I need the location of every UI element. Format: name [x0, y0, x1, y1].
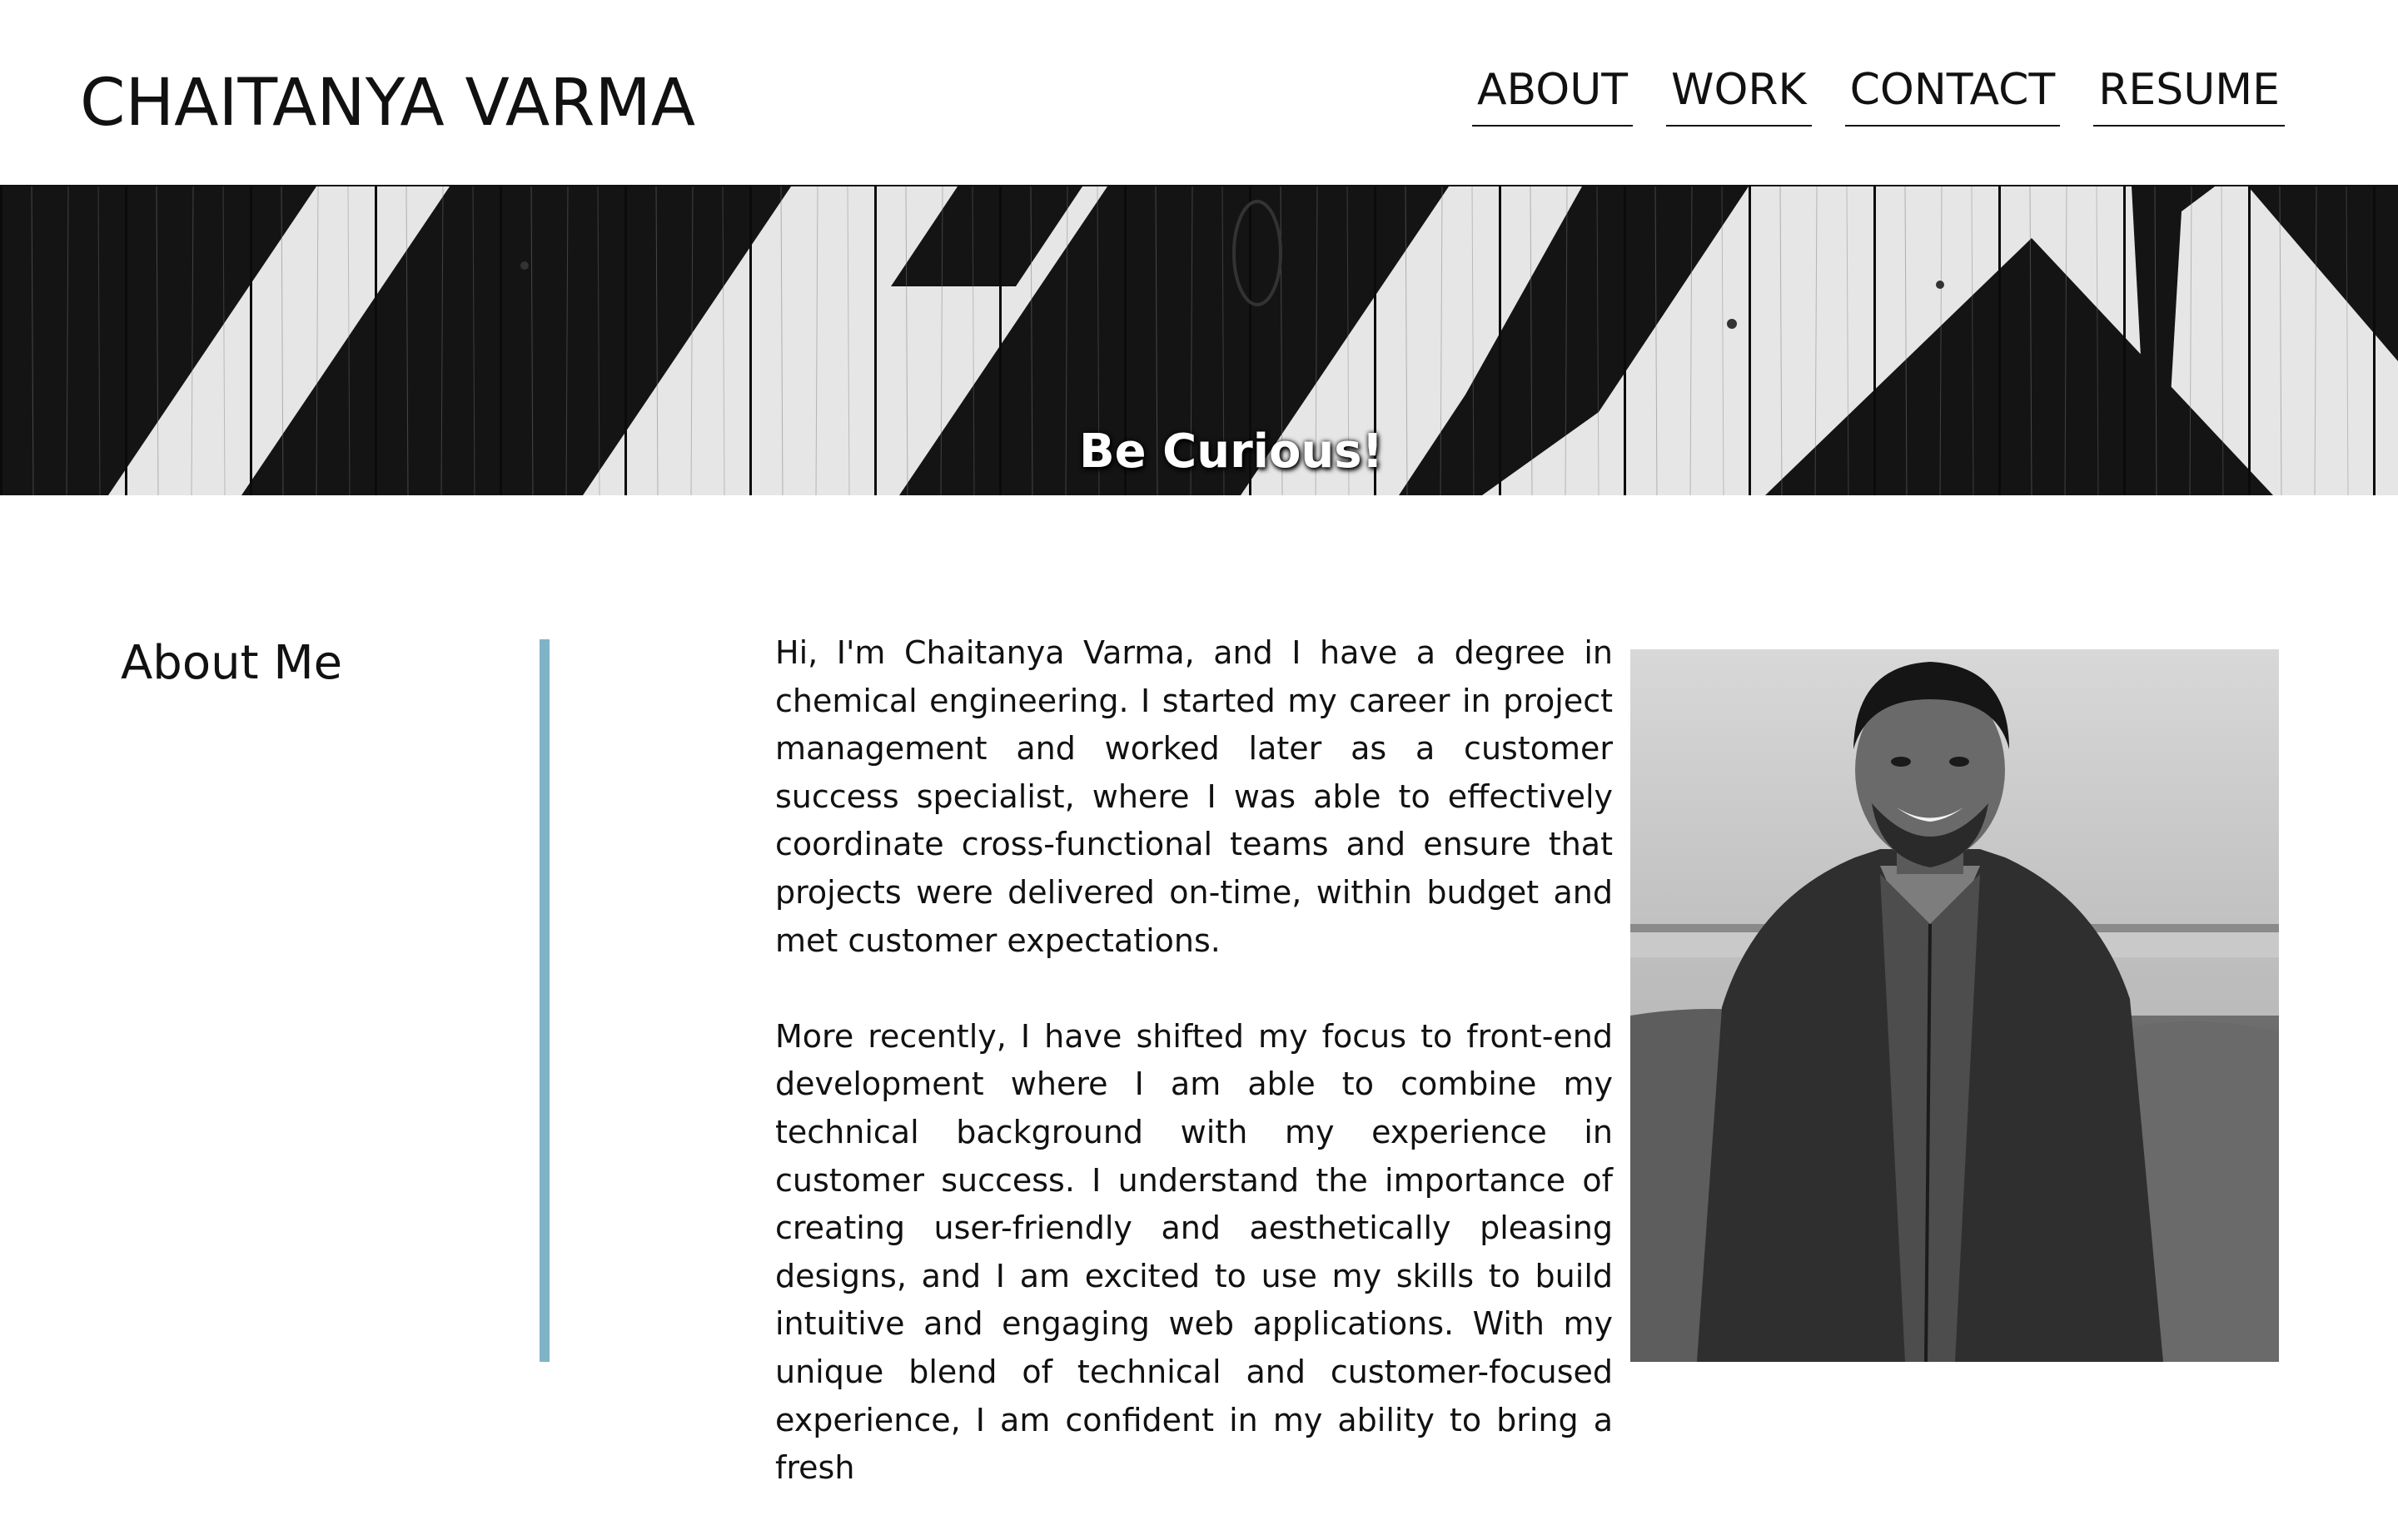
- hero-caption: Be Curious!: [1079, 425, 1384, 479]
- site-title[interactable]: CHAITANYA VARMA: [80, 63, 695, 143]
- bio-paragraph-2: More recently, I have shifted my focus t…: [775, 1017, 1613, 1487]
- nav-link-resume[interactable]: RESUME: [2093, 60, 2285, 127]
- site-header: CHAITANYA VARMA ABOUT WORK CONTACT RESUM…: [0, 0, 2398, 186]
- profile-photo-image: [1630, 649, 2279, 1362]
- about-heading: About Me: [121, 636, 343, 690]
- about-divider: [540, 639, 550, 1362]
- profile-photo: [1630, 649, 2279, 1362]
- nav-link-work[interactable]: WORK: [1666, 60, 1812, 127]
- main-nav: ABOUT WORK CONTACT RESUME: [1471, 60, 2285, 127]
- nav-link-contact[interactable]: CONTACT: [1844, 60, 2061, 127]
- hero-banner: Be Curious!: [0, 186, 2398, 495]
- nav-link-about[interactable]: ABOUT: [1471, 60, 1634, 127]
- about-bio: Hi, I'm Chaitanya Varma, and I have a de…: [775, 629, 1613, 1540]
- bio-paragraph-1: Hi, I'm Chaitanya Varma, and I have a de…: [775, 634, 1613, 959]
